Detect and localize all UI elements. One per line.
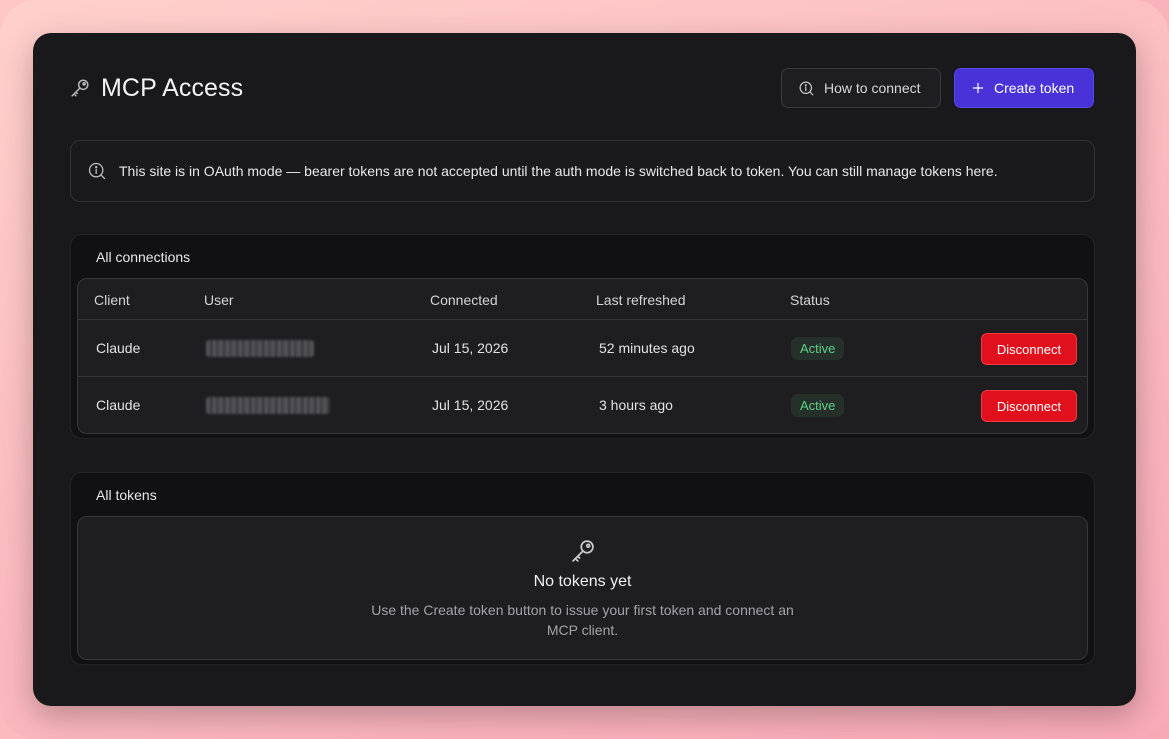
header-actions: How to connect Create token [781, 68, 1094, 108]
create-token-label: Create token [994, 80, 1075, 96]
page-header: MCP Access How to connect Create token [69, 68, 1094, 108]
connections-table: Client User Connected Last refreshed Sta… [77, 278, 1088, 434]
info-search-icon [798, 80, 815, 97]
plus-icon [971, 81, 985, 95]
column-header-connected: Connected [430, 292, 498, 308]
empty-state-description: Use the Create token button to issue you… [353, 600, 813, 640]
redacted-user-cell [206, 340, 314, 357]
status-badge: Active [791, 337, 845, 360]
table-header: Client User Connected Last refreshed Sta… [78, 279, 1087, 320]
client-cell: Claude [96, 397, 141, 413]
disconnect-button[interactable]: Disconnect [981, 333, 1077, 365]
column-header-user: User [204, 292, 234, 308]
last-refreshed-cell: 3 hours ago [599, 397, 673, 413]
connections-title: All connections [96, 249, 191, 265]
how-to-connect-label: How to connect [824, 80, 921, 96]
banner-text: This site is in OAuth mode — bearer toke… [119, 163, 998, 179]
disconnect-button[interactable]: Disconnect [981, 390, 1077, 422]
tokens-card: All tokens No tokens yet Use the Create … [70, 472, 1095, 665]
column-header-status: Status [790, 292, 830, 308]
tokens-title: All tokens [96, 487, 157, 503]
info-search-icon [87, 161, 107, 181]
table-row: Claude Jul 15, 2026 3 hours ago Active D… [78, 377, 1087, 433]
page-title: MCP Access [101, 73, 244, 102]
connected-cell: Jul 15, 2026 [432, 340, 509, 356]
title-group: MCP Access [69, 68, 243, 108]
empty-state-title: No tokens yet [533, 573, 632, 590]
column-header-last-refreshed: Last refreshed [596, 292, 686, 308]
how-to-connect-button[interactable]: How to connect [781, 68, 941, 108]
status-badge: Active [791, 394, 845, 417]
table-row: Claude Jul 15, 2026 52 minutes ago Activ… [78, 320, 1087, 377]
app-window: MCP Access How to connect Create token T… [33, 33, 1136, 706]
create-token-button[interactable]: Create token [954, 68, 1094, 108]
redacted-user-cell [206, 397, 330, 414]
last-refreshed-cell: 52 minutes ago [599, 340, 695, 356]
key-icon [569, 537, 597, 565]
empty-state-description-line: Use the Create token button to issue you… [371, 602, 794, 618]
oauth-mode-banner: This site is in OAuth mode — bearer toke… [70, 140, 1095, 202]
empty-state-description-line: MCP client. [546, 622, 619, 638]
connected-cell: Jul 15, 2026 [432, 397, 509, 413]
client-cell: Claude [96, 340, 141, 356]
tokens-empty-state: No tokens yet Use the Create token butto… [77, 516, 1088, 660]
key-icon [69, 77, 91, 99]
connections-card: All connections Client User Connected La… [70, 234, 1095, 439]
column-header-client: Client [94, 292, 130, 308]
